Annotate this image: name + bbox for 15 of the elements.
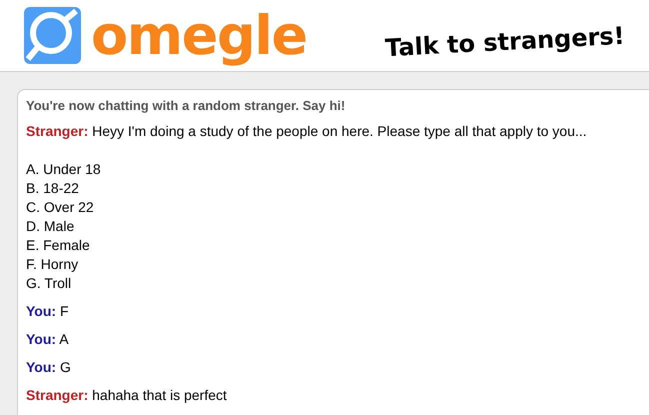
logo-icon bbox=[24, 7, 81, 64]
chat-message: You: A bbox=[26, 330, 70, 348]
chat-message: You: F bbox=[26, 302, 70, 320]
option-line: D. Male bbox=[26, 216, 76, 236]
option-line: F. Horny bbox=[26, 254, 80, 274]
tagline: Talk to strangers! bbox=[384, 20, 626, 64]
option-line: B. 18-22 bbox=[26, 178, 80, 198]
chat-message: You: G bbox=[26, 358, 72, 376]
status-message: You're now chatting with a random stranger. Say hi! bbox=[26, 97, 346, 115]
chat-message: Stranger: Heyy I'm doing a study of the people on here. Please type all that apply to you... bbox=[26, 122, 588, 140]
option-line: G. Troll bbox=[26, 274, 72, 292]
option-line: E. Female bbox=[26, 236, 91, 254]
chat-message: Stranger: hahaha that is perfect bbox=[26, 386, 228, 404]
option-line: C. Over 22 bbox=[26, 198, 95, 216]
option-line: A. Under 18 bbox=[26, 160, 102, 178]
